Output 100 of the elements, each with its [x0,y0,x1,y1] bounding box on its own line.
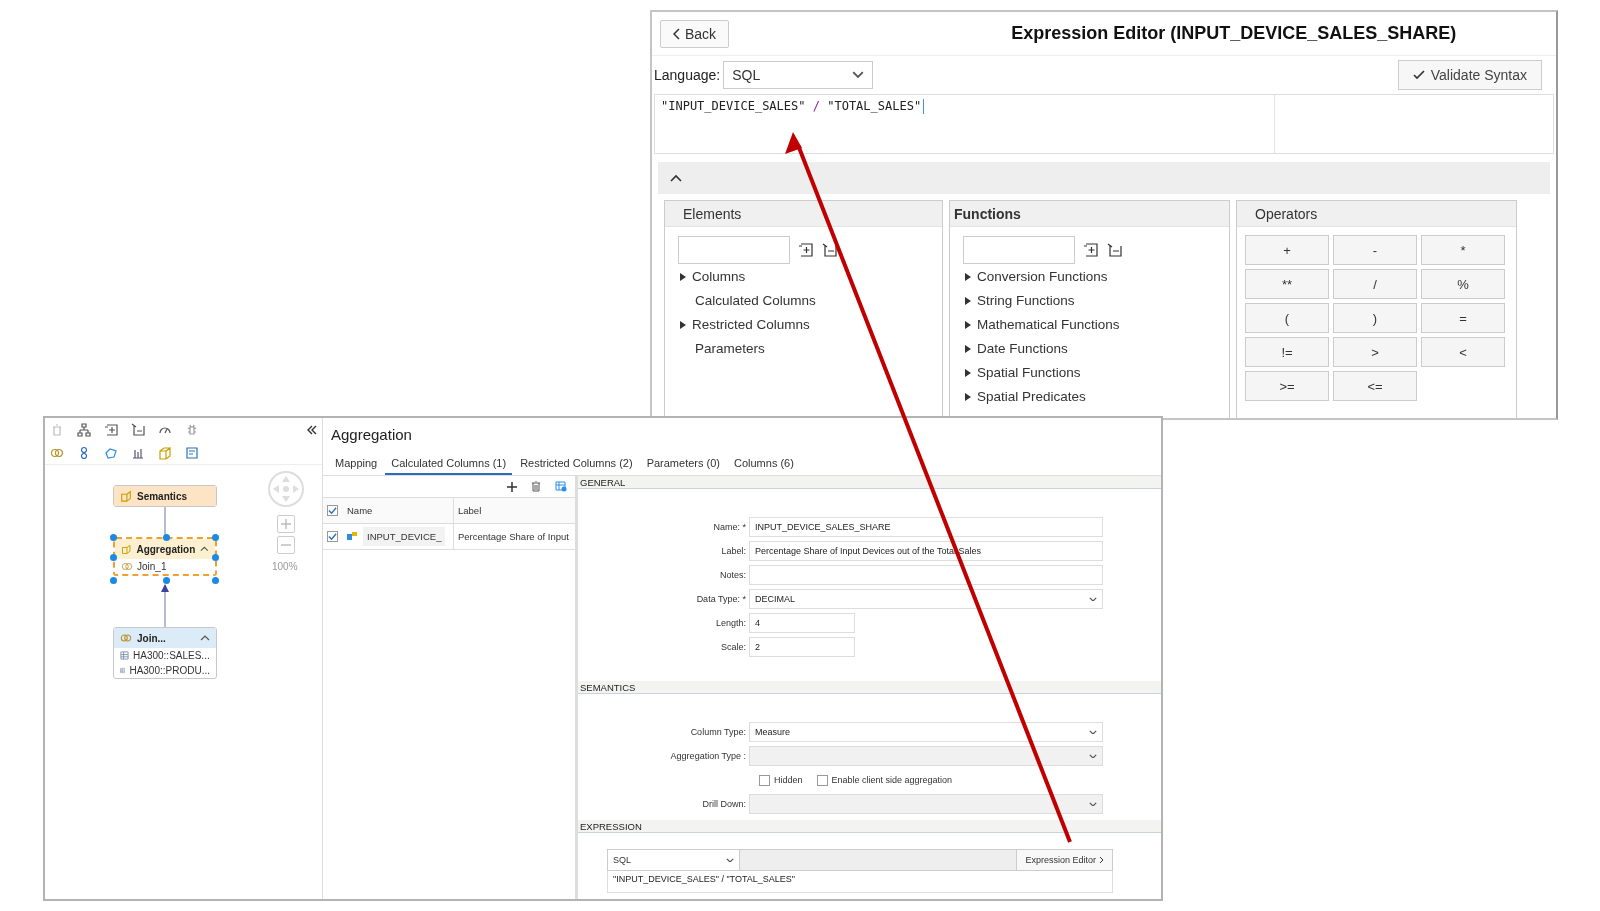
diagram-node[interactable]: Semantics [113,485,217,507]
tree-item[interactable]: String Functions [977,293,1075,308]
operator-key[interactable]: > [1333,337,1417,367]
expand-triangle-icon[interactable] [965,344,971,353]
language-label: Language: [654,67,721,83]
expand-triangle-icon[interactable] [965,368,971,377]
operator-key[interactable]: * [1421,235,1505,265]
operator-key[interactable]: / [1333,269,1417,299]
table-icon [120,651,129,660]
add-box-icon[interactable] [798,242,814,258]
select-field[interactable]: Measure [749,722,1103,742]
bug-icon[interactable] [185,422,199,437]
tab[interactable]: Calculated Columns (1) [385,453,513,475]
selection-handle[interactable] [110,577,117,584]
tab[interactable]: Restricted Columns (2) [514,453,639,475]
selection-handle[interactable] [163,577,170,584]
plus-icon [281,519,291,529]
node-title: Aggregation [136,543,196,555]
input-field[interactable]: 4 [749,613,855,633]
chevron-up-icon[interactable] [200,546,209,552]
remove-box-icon[interactable] [131,422,145,437]
operator-key[interactable]: ) [1333,303,1417,333]
checkbox[interactable] [816,774,828,786]
expression-editor-button[interactable]: Expression Editor [1016,850,1112,870]
back-button[interactable]: Back [660,19,730,48]
tab[interactable]: Mapping [329,453,384,475]
input-field[interactable]: INPUT_DEVICE_SALES_SHARE [749,517,1103,537]
input-field[interactable]: 2 [749,637,855,657]
language-select[interactable]: SQL [608,850,740,870]
selection-handle[interactable] [110,534,117,541]
selection-handle[interactable] [212,534,219,541]
operator-key[interactable]: != [1245,337,1329,367]
panel-title: Operators [1237,201,1516,227]
input-field[interactable] [749,565,1103,585]
table-settings-icon[interactable] [555,481,567,492]
validate-syntax-button[interactable]: Validate Syntax [1397,60,1542,90]
operator-key[interactable]: >= [1245,371,1329,401]
expand-triangle-icon[interactable] [680,320,686,329]
zoom-level: 100% [272,561,298,572]
search-field[interactable] [678,236,790,264]
cube-icon[interactable] [158,445,172,460]
checkbox[interactable] [327,531,338,542]
tab[interactable]: Columns (6) [728,453,800,475]
operator-key[interactable]: ( [1245,303,1329,333]
tree-item[interactable]: Conversion Functions [977,269,1108,284]
expand-triangle-icon[interactable] [965,272,971,281]
search-field[interactable] [963,236,1075,264]
field-label: Drill Down: [701,799,746,809]
tree-item[interactable]: Spatial Functions [977,365,1081,380]
add-box-icon[interactable] [1083,242,1099,258]
language-select[interactable]: SQL [723,61,874,89]
operator-key[interactable]: < [1421,337,1505,367]
chevron-right-icon [1099,856,1104,864]
add-icon[interactable] [507,481,517,492]
checkbox[interactable] [759,774,770,786]
cube-icon [121,543,132,555]
operator-key[interactable]: ** [1245,269,1329,299]
expand-triangle-icon[interactable] [680,272,686,281]
tree-item[interactable]: Spatial Predicates [977,389,1086,404]
operator-key[interactable]: = [1421,303,1505,333]
tree-item[interactable]: Restricted Columns [692,317,810,332]
selection-handle[interactable] [212,554,219,561]
selection-handle[interactable] [212,577,219,584]
remove-box-icon[interactable] [822,242,838,258]
tab[interactable]: Parameters (0) [640,453,726,475]
calculated-column-icon [347,532,357,541]
panel-title: Elements [665,201,942,227]
expand-triangle-icon[interactable] [965,320,971,329]
column-header: Name [346,504,374,518]
tree-item[interactable]: Parameters [695,341,765,356]
input-label: Join_1 [137,561,167,572]
operator-key[interactable]: + [1245,235,1329,265]
chevron-left-icon [673,27,681,40]
tree-item[interactable]: Date Functions [977,341,1068,356]
diagram-node[interactable]: Join... HA300::SALES... HA300::PRODU... [113,627,217,679]
double-chevron-icon[interactable] [307,424,317,435]
chevron-up-icon[interactable] [670,174,682,182]
checkbox[interactable] [327,505,338,516]
trash-icon[interactable] [531,481,541,492]
tree-item[interactable]: Mathematical Functions [977,317,1120,332]
column-header: Label [453,498,575,523]
selection-handle[interactable] [110,554,117,561]
select-field[interactable]: DECIMAL [749,589,1103,609]
hierarchy-icon[interactable] [77,422,91,437]
field-label: Scale: [720,642,746,652]
tree-item[interactable]: Calculated Columns [695,293,816,308]
document-icon[interactable] [185,445,199,460]
chevron-up-icon[interactable] [200,635,210,641]
operator-key[interactable]: <= [1333,371,1417,401]
section-header: SEMANTICS [578,681,1161,694]
tree-item[interactable]: Columns [692,269,746,284]
expand-triangle-icon[interactable] [965,296,971,305]
field-label: Name: * [712,522,746,532]
operator-key[interactable]: - [1333,235,1417,265]
expand-triangle-icon[interactable] [965,392,971,401]
remove-box-icon[interactable] [1107,242,1123,258]
operator-key[interactable]: % [1421,269,1505,299]
join-icon [121,562,133,571]
connector-arrow [161,583,169,627]
selection-handle[interactable] [163,534,170,541]
